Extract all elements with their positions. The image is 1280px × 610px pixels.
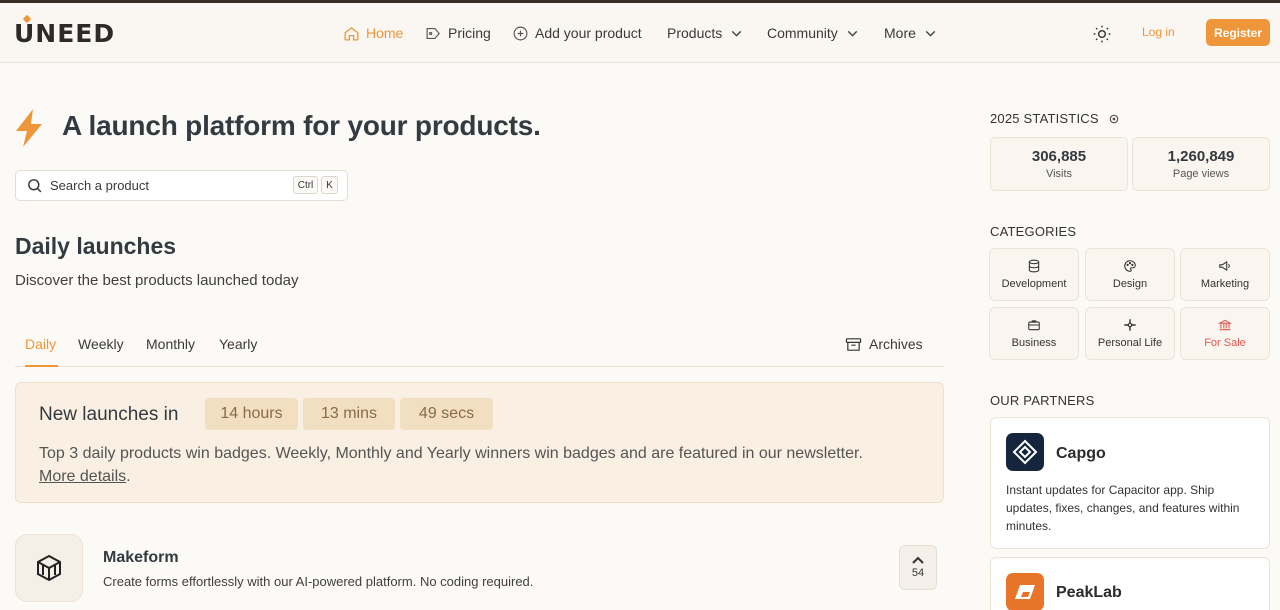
uneed-logo[interactable]: UNEED	[14, 14, 116, 48]
next-launch-notice: New launches in 14 hours 13 mins 49 secs…	[15, 382, 944, 503]
notice-link-line: More details.	[39, 468, 131, 486]
chevron-down-icon	[847, 30, 858, 37]
login-link[interactable]: Log in	[1142, 25, 1175, 39]
category-label: Business	[1011, 337, 1057, 349]
register-button[interactable]: Register	[1206, 19, 1270, 46]
tag-icon	[426, 27, 440, 39]
partner-description: Instant updates for Capacitor app. Ship …	[1006, 483, 1240, 533]
lightning-icon	[16, 109, 42, 147]
category-label: Marketing	[1200, 278, 1250, 290]
nav-add-product-label: Add your product	[535, 25, 642, 41]
notice-description: Top 3 daily products win badges. Weekly,…	[39, 445, 863, 462]
tab-yearly[interactable]: Yearly	[219, 336, 257, 352]
makeform-cube-icon	[37, 554, 61, 582]
sun-icon[interactable]	[1092, 24, 1112, 44]
tab-monthly[interactable]: Monthly	[146, 336, 195, 352]
nav-pricing[interactable]: Pricing	[425, 23, 491, 43]
search-placeholder: Search a product	[50, 178, 150, 193]
nav-add-product[interactable]: Add your product	[512, 23, 642, 43]
category-design[interactable]: Design	[1085, 248, 1175, 301]
category-business[interactable]: Business	[989, 307, 1079, 360]
category-label: Development	[1001, 278, 1067, 290]
search-icon	[28, 179, 42, 193]
visits-value: 306,885	[1031, 148, 1087, 165]
active-tab-indicator	[25, 365, 58, 367]
visits-stat: 306,885 Visits	[990, 137, 1128, 191]
peaklab-mark-icon	[1015, 585, 1035, 599]
category-personal-life[interactable]: Personal Life	[1085, 307, 1175, 360]
upvote-arrow-icon	[912, 556, 924, 564]
nav-more-dropdown[interactable]: More	[884, 23, 939, 43]
category-label: Design	[1112, 278, 1148, 290]
stats-heading: 2025 STATISTICS	[990, 111, 1119, 126]
countdown-hours: 14 hours	[205, 398, 298, 430]
more-details-link[interactable]: More details	[39, 468, 126, 485]
section-subtitle: Discover the best products launched toda…	[15, 272, 299, 289]
category-marketing[interactable]: Marketing	[1180, 248, 1270, 301]
page-title: A launch platform for your products.	[62, 110, 541, 141]
archives-link[interactable]: Archives	[845, 336, 923, 352]
tab-weekly[interactable]: Weekly	[78, 336, 124, 352]
nav-products-dropdown[interactable]: Products	[667, 23, 745, 43]
nav-products-label: Products	[667, 25, 723, 41]
category-for-sale[interactable]: For Sale	[1180, 307, 1270, 360]
archive-box-icon	[845, 337, 862, 351]
stats-heading-text: 2025 STATISTICS	[990, 111, 1099, 126]
bank-icon	[1218, 319, 1232, 331]
partner-name: Capgo	[1056, 445, 1106, 462]
partner-name: PeakLab	[1056, 584, 1122, 601]
shortcut-ctrl-key: Ctrl	[293, 176, 318, 194]
tab-daily[interactable]: Daily	[25, 336, 56, 352]
database-icon	[1028, 259, 1040, 273]
pageviews-stat: 1,260,849 Page views	[1132, 137, 1270, 191]
plus-circle-icon	[513, 26, 528, 40]
capgo-diamond-icon	[1012, 439, 1038, 465]
nav-community-label: Community	[767, 25, 838, 41]
briefcase-icon	[1028, 320, 1040, 331]
period-tabs: Daily Weekly Monthly Yearly Archives	[15, 324, 944, 367]
countdown-seconds: 49 secs	[400, 398, 493, 430]
category-development[interactable]: Development	[989, 248, 1079, 301]
peaklab-logo	[1006, 573, 1044, 610]
category-label: Personal Life	[1097, 337, 1163, 349]
partner-card-capgo[interactable]: Capgo Instant updates for Capacitor app.…	[990, 417, 1270, 549]
megaphone-icon	[1219, 260, 1230, 272]
pageviews-label: Page views	[1172, 168, 1230, 180]
info-icon[interactable]	[1109, 114, 1119, 124]
nav-home[interactable]: Home	[343, 23, 403, 43]
logo-text: UNEED	[14, 18, 116, 48]
nav-home-label: Home	[366, 25, 404, 41]
notice-link-suffix: .	[126, 468, 131, 485]
chevron-down-icon	[731, 30, 742, 37]
section-title: Daily launches	[15, 233, 177, 259]
nav-more-label: More	[884, 25, 916, 41]
palette-icon	[1124, 260, 1136, 272]
countdown-minutes: 13 mins	[303, 398, 395, 430]
top-navigation: UNEED Home Pricing Add your product Prod…	[0, 3, 1280, 63]
flower-icon	[1124, 319, 1136, 331]
notice-title: New launches in	[39, 404, 179, 425]
categories-heading: CATEGORIES	[990, 224, 1077, 239]
shortcut-k-key: K	[321, 176, 338, 194]
chevron-down-icon	[925, 30, 936, 37]
pageviews-value: 1,260,849	[1167, 148, 1235, 165]
product-description: Create forms effortlessly with our AI-po…	[103, 574, 534, 589]
nav-community-dropdown[interactable]: Community	[767, 23, 861, 43]
partners-heading: OUR PARTNERS	[990, 393, 1095, 408]
capgo-logo	[1006, 433, 1044, 471]
upvote-button[interactable]: 54	[899, 545, 937, 590]
home-icon	[344, 26, 359, 41]
search-input[interactable]: Search a product Ctrl K	[15, 170, 348, 201]
product-card[interactable]: Makeform Create forms effortlessly with …	[15, 534, 944, 610]
visits-label: Visits	[1045, 168, 1073, 180]
product-logo	[15, 534, 83, 602]
partner-card-peaklab[interactable]: PeakLab	[990, 557, 1270, 610]
vote-count: 54	[911, 567, 925, 579]
product-name[interactable]: Makeform	[103, 549, 179, 567]
category-label: For Sale	[1204, 337, 1246, 349]
nav-pricing-label: Pricing	[448, 25, 491, 41]
archives-label: Archives	[869, 336, 923, 352]
